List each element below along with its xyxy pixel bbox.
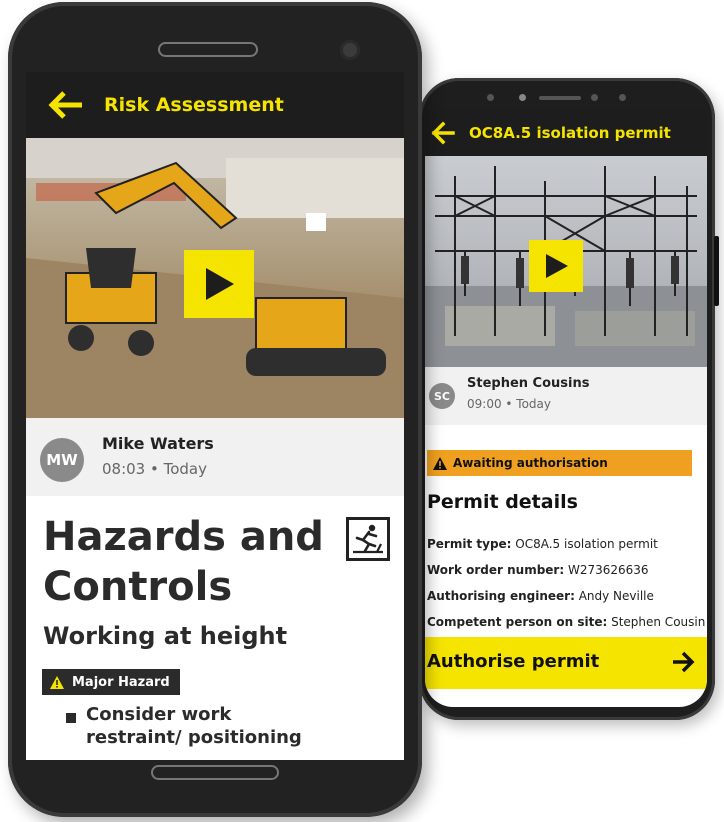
detail-permit-type: Permit type: OC8A.5 isolation permit	[427, 537, 658, 551]
sensor-dot	[591, 94, 598, 101]
arrow-left-icon[interactable]	[431, 121, 455, 145]
detail-label: Competent person on site:	[427, 615, 608, 629]
list-item: Consider work restraint/ positioning	[86, 704, 302, 748]
detail-competent-person: Competent person on site: Stephen Cousin	[427, 615, 705, 629]
badge-label: Major Hazard	[72, 674, 170, 690]
app-header: Risk Assessment	[26, 72, 404, 138]
hazard-heading: Working at height	[43, 622, 288, 650]
page-title: OC8A.5 isolation permit	[469, 124, 671, 142]
construction-video-thumbnail[interactable]	[26, 138, 404, 418]
detail-label: Permit type:	[427, 537, 512, 551]
play-icon	[206, 268, 234, 300]
fall-hazard-icon	[346, 517, 390, 561]
author-row: MW Mike Waters 08:03 • Today	[26, 418, 404, 496]
author-name: Stephen Cousins	[467, 376, 590, 391]
avatar: SC	[429, 383, 455, 409]
warning-icon	[433, 456, 447, 470]
detail-label: Authorising engineer:	[427, 589, 575, 603]
author-timestamp: 09:00 • Today	[467, 397, 551, 411]
bullet-marker	[66, 713, 76, 723]
author-name: Mike Waters	[102, 434, 214, 453]
sensor-dot	[619, 94, 626, 101]
permit-phone: OC8A.5 isolation permit SC Stephen Cousi…	[419, 78, 719, 720]
author-row: SC Stephen Cousins 09:00 • Today	[425, 367, 707, 425]
permit-screen: OC8A.5 isolation permit SC Stephen Cousi…	[425, 110, 707, 707]
front-camera	[340, 40, 360, 60]
sensor-dot	[487, 94, 494, 101]
substation-video-thumbnail[interactable]	[425, 156, 707, 367]
play-button[interactable]	[529, 240, 583, 292]
page-title: Risk Assessment	[104, 94, 284, 116]
side-button	[714, 236, 719, 306]
detail-value: Andy Neville	[574, 589, 654, 603]
risk-assessment-screen: Risk Assessment MW Mike Waters 08:03 • T…	[26, 72, 404, 760]
content-body: Hazards and Controls Working at height M…	[26, 496, 404, 760]
author-timestamp: 08:03 • Today	[102, 460, 207, 478]
detail-work-order: Work order number: W273626636	[427, 563, 649, 577]
camera-dot	[519, 94, 526, 101]
play-icon	[546, 254, 568, 278]
person-falling-icon	[353, 524, 383, 554]
app-header: OC8A.5 isolation permit	[425, 110, 707, 156]
arrow-right-icon	[673, 651, 695, 673]
detail-label: Work order number:	[427, 563, 565, 577]
status-badge: Awaiting authorisation	[427, 450, 692, 476]
earpiece-slot	[158, 42, 258, 57]
hazard-severity-badge: Major Hazard	[42, 669, 180, 695]
home-indicator	[151, 765, 279, 780]
authorise-permit-button[interactable]: Authorise permit	[425, 637, 707, 689]
play-button[interactable]	[184, 250, 254, 318]
risk-assessment-phone: Risk Assessment MW Mike Waters 08:03 • T…	[8, 2, 422, 817]
earpiece-slot	[539, 96, 581, 100]
arrow-left-icon[interactable]	[48, 90, 84, 120]
status-label: Awaiting authorisation	[453, 456, 608, 470]
section-title: Hazards and Controls	[43, 514, 324, 610]
section-heading: Permit details	[427, 491, 578, 513]
phone-top-bezel	[419, 78, 715, 112]
authorise-label: Authorise permit	[427, 651, 600, 672]
detail-value: Stephen Cousin	[607, 615, 706, 629]
detail-value: W273626636	[564, 563, 649, 577]
avatar: MW	[40, 438, 84, 482]
detail-authorising-engineer: Authorising engineer: Andy Neville	[427, 589, 654, 603]
warning-icon	[50, 675, 64, 689]
detail-value: OC8A.5 isolation permit	[511, 537, 658, 551]
